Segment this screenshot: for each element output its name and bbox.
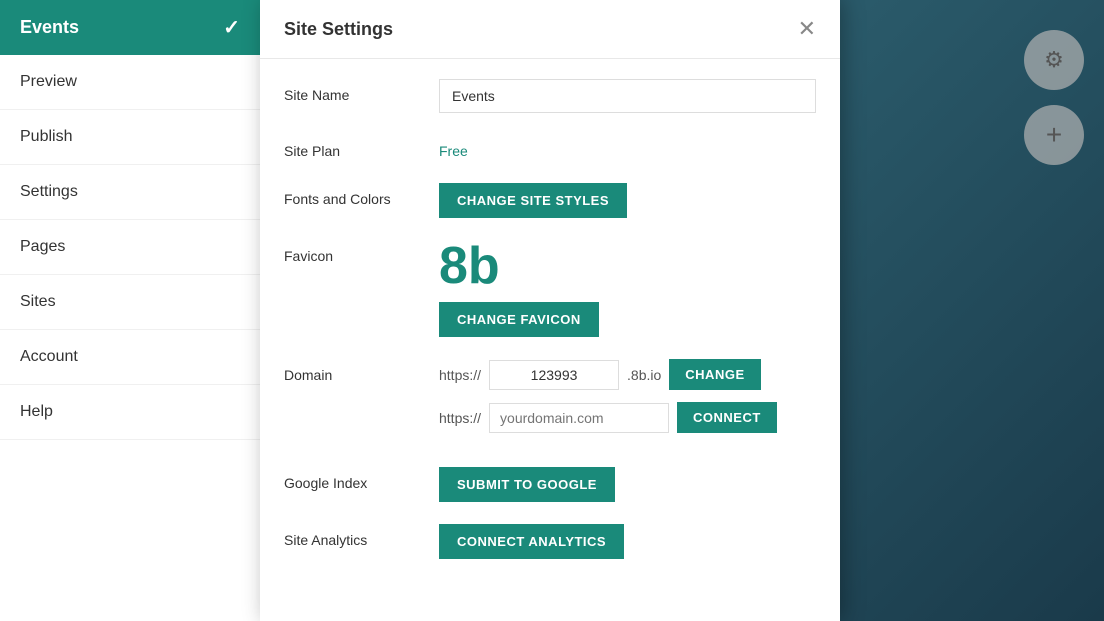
google-index-row: Google Index SUBMIT TO GOOGLE xyxy=(284,467,816,502)
fonts-colors-row: Fonts and Colors CHANGE SITE STYLES xyxy=(284,183,816,218)
submit-to-google-button[interactable]: SUBMIT TO GOOGLE xyxy=(439,467,615,502)
modal-body: Site Name Site Plan Free Fonts and Color… xyxy=(260,59,840,601)
connect-analytics-button[interactable]: CONNECT ANALYTICS xyxy=(439,524,624,559)
settings-modal: Site Settings ✕ Site Name Site Plan Free xyxy=(260,0,840,621)
sidebar-item-pages[interactable]: Pages xyxy=(0,220,260,275)
domain-content: https:// .8b.io CHANGE https:// CONNECT xyxy=(439,359,816,445)
favicon-content: 8b CHANGE FAVICON xyxy=(439,240,816,337)
sidebar-item-account[interactable]: Account xyxy=(0,330,260,385)
sidebar-item-settings[interactable]: Settings xyxy=(0,165,260,220)
sidebar-title: Events xyxy=(20,17,79,38)
domain-suffix: .8b.io xyxy=(627,367,661,383)
domain-primary-row: https:// .8b.io CHANGE xyxy=(439,359,816,390)
change-domain-button[interactable]: CHANGE xyxy=(669,359,760,390)
site-name-label: Site Name xyxy=(284,79,439,103)
domain-custom-row: https:// CONNECT xyxy=(439,402,816,433)
site-analytics-content: CONNECT ANALYTICS xyxy=(439,524,816,559)
sidebar: Events ✓ Preview Publish Settings Pages … xyxy=(0,0,260,621)
site-analytics-label: Site Analytics xyxy=(284,524,439,548)
sidebar-header[interactable]: Events ✓ xyxy=(0,0,260,55)
modal-title: Site Settings xyxy=(284,19,393,40)
favicon-display: 8b xyxy=(439,240,500,292)
site-name-input[interactable] xyxy=(439,79,816,113)
close-button[interactable]: ✕ xyxy=(798,18,816,40)
modal-backdrop: Site Settings ✕ Site Name Site Plan Free xyxy=(260,0,1104,621)
domain-custom-input[interactable] xyxy=(489,403,669,433)
site-plan-content: Free xyxy=(439,135,816,161)
domain-row: Domain https:// .8b.io CHANGE https:// C… xyxy=(284,359,816,445)
sidebar-item-publish[interactable]: Publish xyxy=(0,110,260,165)
site-plan-label: Site Plan xyxy=(284,135,439,159)
connect-domain-button[interactable]: CONNECT xyxy=(677,402,777,433)
domain-prefix2: https:// xyxy=(439,410,481,426)
favicon-label: Favicon xyxy=(284,240,439,264)
google-index-label: Google Index xyxy=(284,467,439,491)
fonts-colors-content: CHANGE SITE STYLES xyxy=(439,183,816,218)
site-name-row: Site Name xyxy=(284,79,816,113)
plan-link[interactable]: Free xyxy=(439,135,468,159)
domain-prefix: https:// xyxy=(439,367,481,383)
change-site-styles-button[interactable]: CHANGE SITE STYLES xyxy=(439,183,627,218)
site-plan-row: Site Plan Free xyxy=(284,135,816,161)
favicon-row: Favicon 8b CHANGE FAVICON xyxy=(284,240,816,337)
domain-label: Domain xyxy=(284,359,439,383)
google-index-content: SUBMIT TO GOOGLE xyxy=(439,467,816,502)
modal-header: Site Settings ✕ xyxy=(260,0,840,59)
sidebar-item-preview[interactable]: Preview xyxy=(0,55,260,110)
site-name-content xyxy=(439,79,816,113)
checkmark-icon: ✓ xyxy=(223,15,240,40)
domain-value-input[interactable] xyxy=(489,360,619,390)
fonts-colors-label: Fonts and Colors xyxy=(284,183,439,207)
sidebar-item-help[interactable]: Help xyxy=(0,385,260,440)
change-favicon-button[interactable]: CHANGE FAVICON xyxy=(439,302,599,337)
sidebar-item-sites[interactable]: Sites xyxy=(0,275,260,330)
site-analytics-row: Site Analytics CONNECT ANALYTICS xyxy=(284,524,816,559)
